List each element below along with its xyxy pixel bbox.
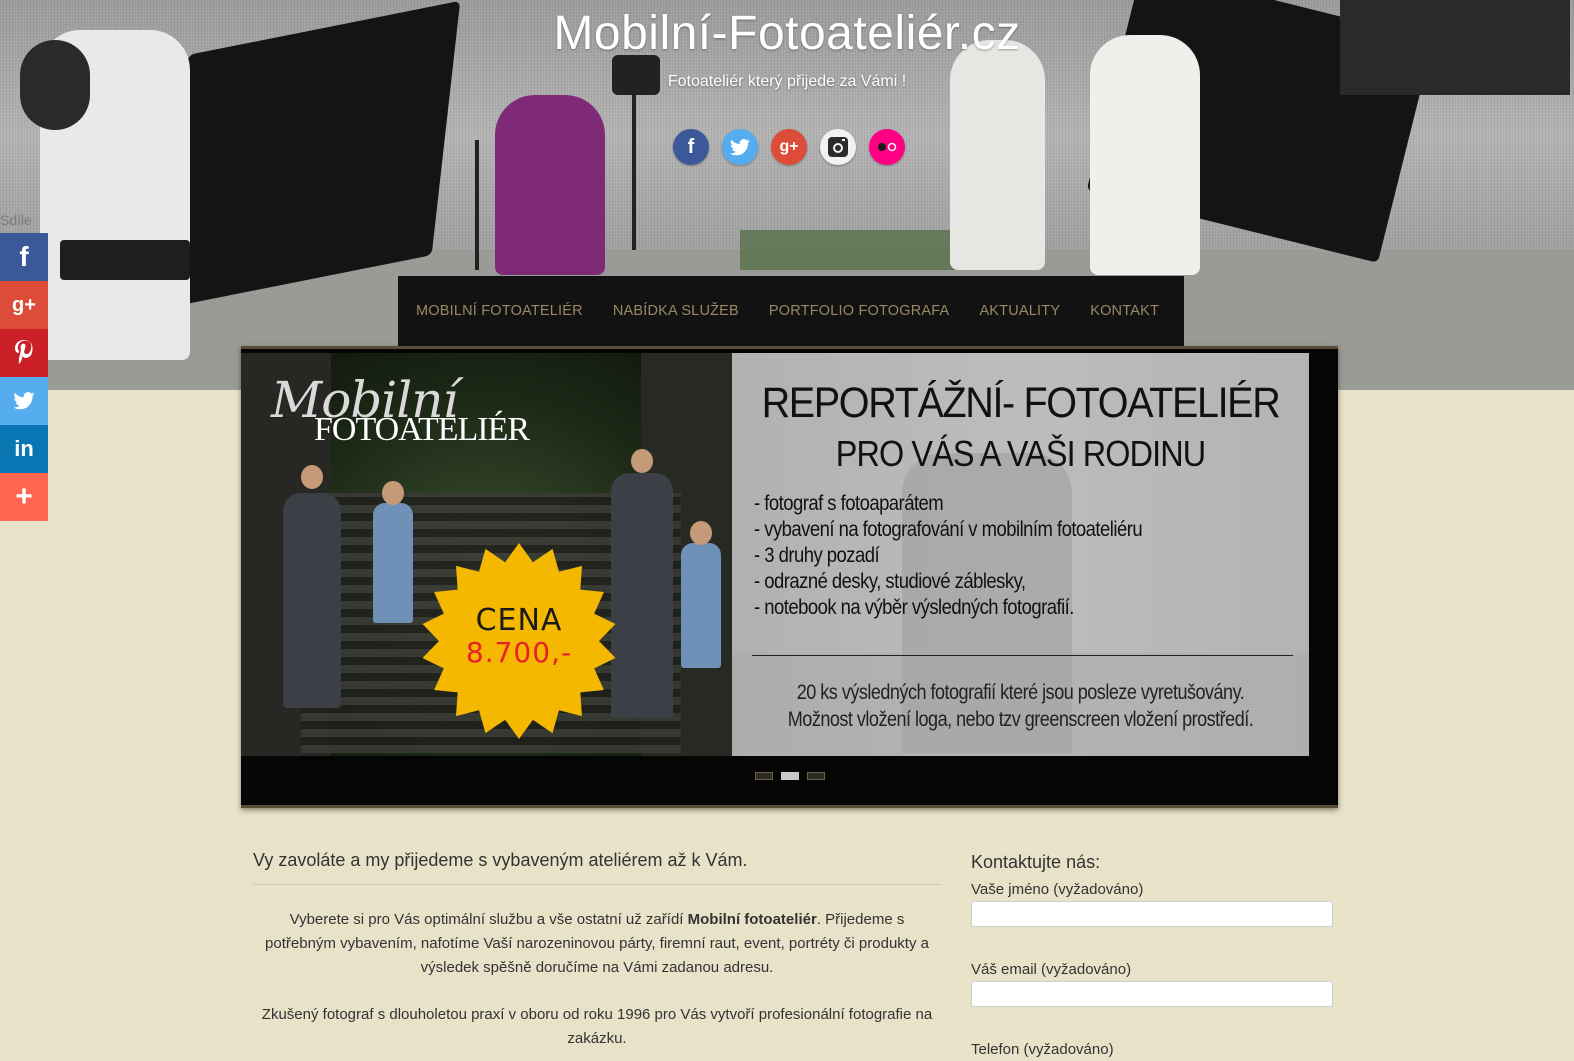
twitter-icon[interactable]	[722, 129, 758, 165]
slide-feature-item: - vybavení na fotografování v mobilním f…	[754, 518, 1143, 541]
slider-dot-1[interactable]	[754, 772, 773, 780]
social-icons: f g+	[673, 129, 905, 165]
slide-head-4	[690, 521, 712, 545]
contact-form: Kontaktujte nás: Vaše jméno (vyžadováno)…	[971, 852, 1333, 1061]
tripod-left	[475, 140, 479, 270]
image-slider: Mobilní FOTOATELIÉR CENA 8.700,- REPORTÁ…	[241, 346, 1338, 808]
share-linkedin-button[interactable]: in	[0, 425, 48, 473]
slide-kid-left	[373, 503, 413, 623]
slide-feature-item: - fotograf s fotoaparátem	[754, 492, 944, 515]
slide-kid-right	[681, 543, 721, 668]
share-label: Sdíle	[0, 212, 32, 228]
slide-divider	[752, 655, 1293, 656]
share-bar: f g+ in +	[0, 233, 48, 521]
share-twitter-button[interactable]	[0, 377, 48, 425]
slide-feature-item: - odrazné desky, studiové záblesky,	[754, 570, 1026, 593]
slide-feature-item: - 3 druhy pozadí	[754, 544, 880, 567]
banner-photo-mat	[740, 230, 970, 270]
instagram-icon[interactable]	[820, 129, 856, 165]
name-input[interactable]	[971, 901, 1333, 927]
photo-person-purple	[495, 95, 605, 275]
nav-item-mobilni-fotoatelier[interactable]: MOBILNÍ FOTOATELIÉR	[416, 303, 583, 319]
site-tagline: Fotoateliér který přijede za Vámi !	[667, 73, 907, 90]
intro-paragraph: Vyberete si pro Vás optimální službu a v…	[253, 908, 941, 980]
contact-heading: Kontaktujte nás:	[971, 852, 1101, 872]
email-input[interactable]	[971, 981, 1333, 1007]
price-value: 8.700,-	[465, 636, 573, 669]
email-label: Váš email (vyžadováno)	[971, 961, 1132, 978]
photo-person-left-belt	[60, 240, 190, 280]
slide-footer-text: 20 ks výsledných fotografií které jsou p…	[772, 679, 1268, 733]
slide-head-3	[382, 481, 404, 505]
facebook-icon[interactable]: f	[673, 129, 709, 165]
slide-photo: Mobilní FOTOATELIÉR CENA 8.700,-	[241, 353, 732, 756]
slider-dot-3[interactable]	[806, 772, 825, 780]
site-title[interactable]: Mobilní-Fotoateliér.cz	[0, 6, 1574, 61]
share-pinterest-button[interactable]	[0, 329, 48, 377]
price-badge: CENA 8.700,-	[419, 603, 619, 668]
share-more-button[interactable]: +	[0, 473, 48, 521]
slide-subheading: PRO VÁS A VAŠI RODINU	[835, 433, 1206, 474]
slide-info-panel: REPORTÁŽNÍ- FOTOATELIÉR PRO VÁS A VAŠI R…	[732, 353, 1309, 756]
phone-label: Telefon (vyžadováno)	[971, 1041, 1114, 1058]
nav-item-kontakt[interactable]: KONTAKT	[1090, 303, 1159, 319]
slide-head-2	[631, 449, 653, 473]
slide-footer-line-2: Možnost vložení loga, nebo tzv greenscre…	[787, 708, 1254, 731]
nav-item-aktuality[interactable]: AKTUALITY	[979, 303, 1060, 319]
slider-pagination	[241, 772, 1338, 780]
main-content: Vy zavoláte a my přijedeme s vybaveným a…	[253, 850, 941, 1051]
twitter-bird-glyph	[730, 138, 750, 155]
intro-brand: Mobilní fotoateliér	[687, 911, 817, 928]
photo-person-right	[1090, 35, 1200, 275]
share-facebook-button[interactable]: f	[0, 233, 48, 281]
main-heading: Vy zavoláte a my přijedeme s vybaveným a…	[253, 850, 941, 885]
twitter-icon	[13, 392, 35, 410]
google-plus-icon[interactable]: g+	[771, 129, 807, 165]
slide-man-right	[611, 473, 673, 718]
slide-heading: REPORTÁŽNÍ- FOTOATELIÉR	[761, 379, 1281, 427]
intro-text-1: Vyberete si pro Vás optimální službu a v…	[289, 911, 688, 928]
slide-logo-caps: FOTOATELIÉR	[314, 411, 530, 448]
tripod-center	[632, 70, 636, 250]
nav-item-portfolio-fotografa[interactable]: PORTFOLIO FOTOGRAFA	[769, 303, 950, 319]
slide-head-1	[301, 465, 323, 489]
name-label: Vaše jméno (vyžadováno)	[971, 881, 1144, 898]
slider-dot-2[interactable]	[780, 772, 799, 780]
experience-paragraph: Zkušený fotograf s dlouholetou praxí v o…	[261, 1006, 933, 1047]
slide-man-left	[283, 493, 341, 708]
pinterest-icon	[15, 340, 33, 364]
price-label: CENA	[475, 603, 563, 638]
share-google-plus-button[interactable]: g+	[0, 281, 48, 329]
slide-feature-list: - fotograf s fotoaparátem - vybavení na …	[754, 491, 1195, 621]
main-nav-list: MOBILNÍ FOTOATELIÉR NABÍDKA SLUŽEB PORTF…	[398, 276, 1184, 346]
instagram-camera-glyph	[828, 137, 848, 157]
slide-footer-line-1: 20 ks výsledných fotografií které jsou p…	[796, 681, 1245, 704]
flickr-icon[interactable]	[869, 129, 905, 165]
nav-item-nabidka-sluzeb[interactable]: NABÍDKA SLUŽEB	[613, 303, 739, 319]
flickr-dots-glyph	[878, 142, 897, 152]
main-nav: MOBILNÍ FOTOATELIÉR NABÍDKA SLUŽEB PORTF…	[398, 276, 1184, 346]
slide-feature-item: - notebook na výběr výsledných fotografi…	[754, 596, 1074, 619]
